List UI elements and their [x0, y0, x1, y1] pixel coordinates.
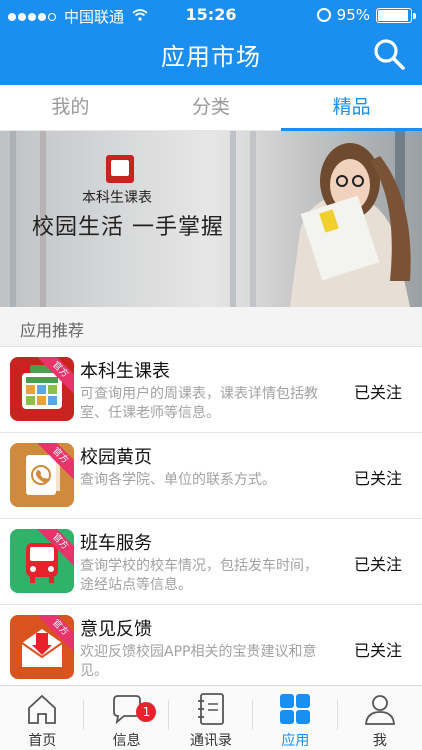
battery-percent: 95%	[336, 6, 370, 24]
tab-contacts[interactable]: 通讯录	[169, 686, 254, 750]
app-title: 班车服务	[80, 533, 152, 554]
banner-brand: 本科生课表	[82, 190, 152, 206]
banner-slogan: 校园生活 一手掌握	[32, 215, 224, 240]
contacts-icon	[198, 693, 224, 725]
app-description: 查询学校的校车情况，包括发车时间，途经站点等信息。	[80, 558, 318, 593]
phonebook-app-icon: 官方	[10, 443, 74, 507]
bottom-tab-bar: 首页 1 信息 通讯录 应用 我	[0, 685, 422, 750]
page-title: 应用市场	[161, 43, 261, 71]
schedule-app-icon: 官方	[10, 357, 74, 421]
tab-label: 应用	[281, 733, 310, 749]
tab-label: 我	[372, 733, 387, 749]
app-list: 官方 本科生课表 可查询用户的周课表，课表详情包括教室、任课老师等信息。 已关注…	[0, 347, 422, 691]
apps-icon	[280, 694, 311, 724]
app-description: 可查询用户的周课表，课表详情包括教室、任课老师等信息。	[80, 386, 318, 421]
tab-label: 信息	[112, 733, 141, 749]
follow-status-button[interactable]: 已关注	[354, 551, 402, 575]
home-icon	[28, 694, 57, 724]
tab-category[interactable]: 分类	[141, 85, 282, 130]
app-title: 意见反馈	[80, 619, 152, 640]
rotation-lock-icon	[316, 8, 331, 22]
app-description: 欢迎反馈校园APP相关的宝贵建议和意见。	[80, 644, 317, 679]
search-button[interactable]	[372, 37, 406, 71]
section-header: 应用推荐	[0, 307, 422, 347]
promo-banner[interactable]: 本科生课表 校园生活 一手掌握	[0, 131, 422, 307]
follow-status-button[interactable]: 已关注	[354, 379, 402, 403]
tab-messages[interactable]: 1 信息	[84, 686, 169, 750]
app-title: 本科生课表	[80, 361, 170, 382]
list-item[interactable]: 官方 校园黄页 查询各学院、单位的联系方式。 已关注	[0, 433, 422, 519]
banner-photo	[290, 143, 411, 307]
follow-status-button[interactable]: 已关注	[354, 465, 402, 489]
app-description: 查询各学院、单位的联系方式。	[80, 472, 276, 488]
feedback-app-icon: 官方	[10, 615, 74, 679]
tab-profile[interactable]: 我	[338, 686, 422, 750]
status-right: 95%	[316, 6, 416, 24]
follow-status-button[interactable]: 已关注	[354, 637, 402, 661]
segment-tabs: 我的 分类 精品	[0, 85, 422, 131]
list-item[interactable]: 官方 本科生课表 可查询用户的周课表，课表详情包括教室、任课老师等信息。 已关注	[0, 347, 422, 433]
tab-mine[interactable]: 我的	[0, 85, 141, 130]
tab-featured[interactable]: 精品	[281, 85, 422, 131]
app-title: 校园黄页	[80, 447, 152, 468]
banner-app-icon	[106, 155, 134, 183]
status-bar: 中国联通 15:26 95%	[0, 0, 422, 28]
unread-badge: 1	[136, 702, 157, 722]
profile-icon	[364, 695, 395, 725]
top-bar: 中国联通 15:26 95% 应用市场	[0, 0, 422, 85]
search-icon	[374, 39, 405, 70]
battery-icon	[376, 7, 416, 23]
list-item[interactable]: 官方 意见反馈 欢迎反馈校园APP相关的宝贵建议和意见。 已关注	[0, 605, 422, 691]
bus-app-icon: 官方	[10, 529, 74, 593]
tab-home[interactable]: 首页	[0, 686, 85, 750]
list-item[interactable]: 官方 班车服务 查询学校的校车情况，包括发车时间，途经站点等信息。 已关注	[0, 519, 422, 605]
section-title: 应用推荐	[20, 321, 85, 340]
tab-label: 首页	[28, 733, 57, 749]
tab-label: 通讯录	[190, 733, 233, 749]
tab-apps[interactable]: 应用	[253, 686, 338, 750]
